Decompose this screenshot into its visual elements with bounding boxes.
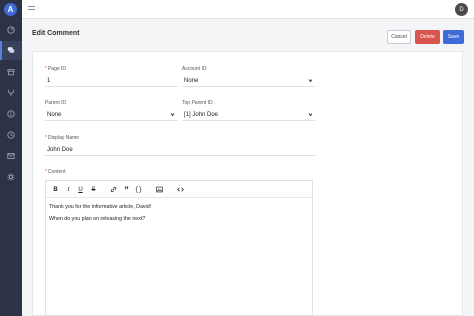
required-marker: *	[45, 169, 47, 175]
blockquote-button[interactable]: ”	[122, 185, 131, 195]
sidebar-item-mail[interactable]	[4, 149, 18, 163]
parent-id-select[interactable]: None	[45, 109, 177, 121]
link-icon	[110, 186, 117, 193]
menu-toggle-icon[interactable]	[28, 6, 36, 12]
content-line: When do you plan on releasing the next?	[49, 216, 146, 222]
delete-button[interactable]: Delete	[415, 30, 440, 44]
content-label: *Content	[45, 169, 66, 175]
page-id-field[interactable]: 1	[45, 75, 177, 87]
save-button[interactable]: Save	[443, 30, 464, 44]
sidebar-item-time[interactable]	[4, 128, 18, 142]
parent-id-label: Parent ID	[45, 100, 67, 106]
display-name-field[interactable]: John Doe	[45, 144, 315, 156]
archive-icon	[7, 69, 15, 76]
dashboard-icon	[7, 26, 15, 34]
app-logo[interactable]: A	[4, 3, 17, 16]
required-marker: *	[45, 135, 47, 141]
display-name-label: *Display Name	[45, 135, 80, 141]
sidebar-item-comments[interactable]	[4, 43, 18, 57]
mail-icon	[7, 153, 15, 159]
workflow-icon	[8, 89, 14, 97]
bold-button[interactable]: B	[51, 185, 60, 194]
editor-toolbar: B I U S ” {}	[46, 181, 312, 198]
user-avatar[interactable]: D	[455, 3, 468, 16]
settings-icon	[7, 173, 15, 181]
account-id-value: None	[184, 77, 199, 84]
page-title: Edit Comment	[32, 30, 80, 37]
sidebar-item-archive[interactable]	[4, 65, 18, 79]
sidebar-item-workflow[interactable]	[4, 86, 18, 100]
strikethrough-button[interactable]: S	[89, 185, 98, 194]
sidebar-item-dashboard[interactable]	[4, 23, 18, 37]
code-block-button[interactable]	[176, 185, 185, 194]
code-button[interactable]: {}	[134, 185, 143, 194]
sidebar: A	[0, 0, 22, 316]
top-parent-id-value: [1] John Doe	[184, 111, 219, 118]
top-bar: D	[22, 0, 474, 19]
sidebar-item-settings[interactable]	[4, 170, 18, 184]
account-id-label: Account ID	[182, 66, 207, 72]
page-header: Edit Comment Cancel Delete Save	[22, 19, 474, 51]
link-button[interactable]	[109, 185, 118, 194]
time-icon	[7, 131, 15, 139]
underline-button[interactable]: U	[76, 185, 85, 194]
italic-button[interactable]: I	[64, 185, 73, 194]
sidebar-item-info[interactable]	[4, 107, 18, 121]
info-icon	[7, 110, 15, 118]
parent-id-value: None	[47, 111, 62, 118]
code-block-icon	[177, 187, 184, 192]
chevron-down-icon	[170, 113, 175, 117]
image-button[interactable]	[155, 185, 164, 194]
chevron-down-icon	[308, 79, 313, 83]
required-marker: *	[45, 66, 47, 72]
content-editor[interactable]: B I U S ” {} Thank you for the informati…	[45, 180, 313, 316]
account-id-select[interactable]: None	[182, 75, 315, 87]
comments-icon	[7, 47, 15, 53]
sidebar-active-indicator	[0, 41, 2, 60]
cancel-button[interactable]: Cancel	[387, 30, 411, 44]
top-parent-id-select[interactable]: [1] John Doe	[182, 109, 315, 121]
page-id-label: *Page ID	[45, 66, 67, 72]
top-parent-id-label: Top Parent ID	[182, 100, 213, 106]
chevron-down-icon	[308, 113, 313, 117]
content-line: Thank you for the informative article, D…	[49, 204, 152, 210]
image-icon	[156, 186, 163, 193]
